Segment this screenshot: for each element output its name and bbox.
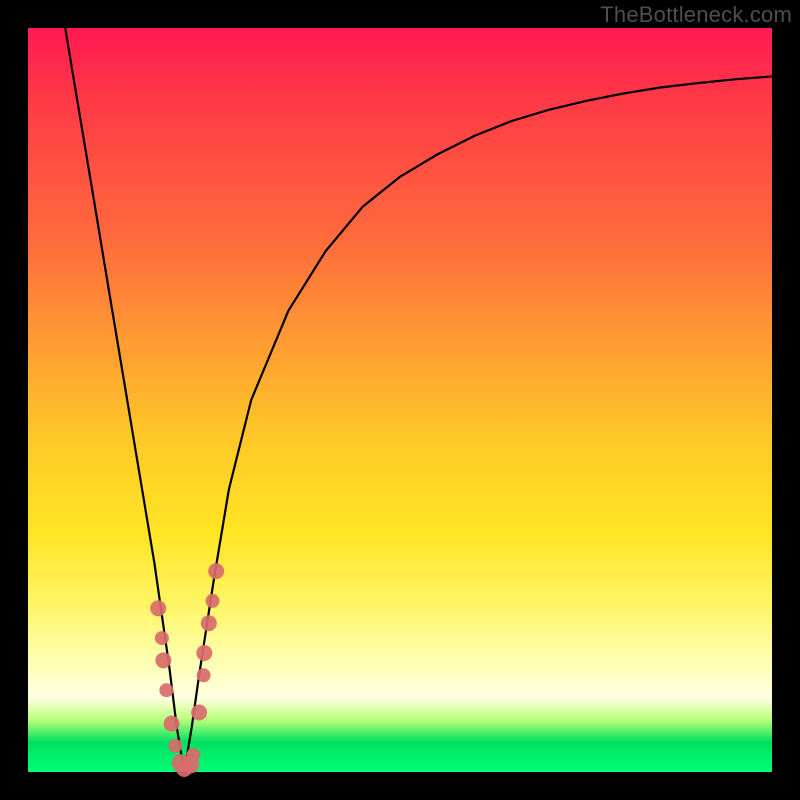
marker-dot — [186, 748, 200, 762]
marker-dot — [155, 631, 169, 645]
marker-dot — [164, 716, 180, 732]
marker-dot — [150, 600, 166, 616]
marker-dot — [159, 683, 173, 697]
marker-dot — [208, 563, 224, 579]
marker-dot — [197, 668, 211, 682]
marker-dot — [196, 645, 212, 661]
marker-dot — [206, 594, 220, 608]
watermark-text: TheBottleneck.com — [600, 2, 792, 28]
curve-layer — [28, 28, 772, 772]
sample-markers — [150, 563, 224, 777]
marker-dot — [155, 652, 171, 668]
marker-dot — [191, 705, 207, 721]
chart-frame: TheBottleneck.com — [0, 0, 800, 800]
plot-area — [28, 28, 772, 772]
marker-dot — [168, 739, 182, 753]
marker-dot — [201, 615, 217, 631]
